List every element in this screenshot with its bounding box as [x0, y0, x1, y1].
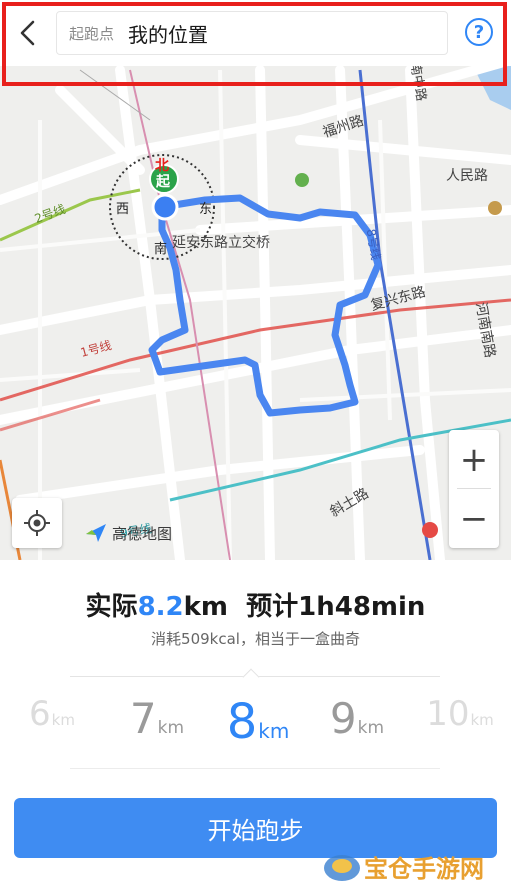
picker-pointer — [242, 668, 260, 686]
zoom-controls: + − — [449, 430, 499, 548]
back-button[interactable] — [8, 12, 48, 54]
distance-picker[interactable]: 6km 7km 8km 9km 10km — [0, 694, 511, 758]
map-road-label: 延安东路立交桥 — [172, 235, 270, 251]
start-point-prefix-label: 起跑点 — [69, 24, 115, 43]
map-compass-west: 西 — [116, 202, 130, 217]
map-provider-logo: 高德地图 — [84, 522, 172, 544]
start-point-value: 我的位置 — [128, 22, 209, 47]
header-bar: 起跑点 我的位置 ? — [0, 0, 511, 66]
distance-option-6[interactable]: 6km — [20, 694, 84, 734]
map-compass-south: 南 — [154, 242, 168, 257]
distance-option-10[interactable]: 10km — [420, 694, 500, 734]
map-start-marker-label: 起 — [156, 174, 170, 190]
estimate-value: 1h48min — [298, 592, 426, 622]
estimate-label: 预计 — [246, 592, 299, 622]
watermark-logo-icon — [324, 855, 360, 881]
map-logo-text: 高德地图 — [112, 524, 173, 543]
watermark: 宝仓手游网 — [320, 848, 484, 884]
distance-option-7[interactable]: 7km — [122, 694, 192, 743]
map-base — [0, 0, 511, 560]
crosshair-icon — [24, 510, 50, 536]
map-view[interactable]: 北 起 西 东 南 福州路 人民路 延安东路立交桥 复兴东路 河南南路 斜土路 … — [0, 0, 511, 560]
picker-divider — [70, 768, 440, 769]
chevron-left-icon — [20, 20, 35, 46]
zoom-divider — [457, 488, 491, 489]
help-button[interactable]: ? — [465, 18, 493, 46]
question-circle-icon: ? — [473, 21, 485, 43]
zoom-in-button[interactable]: + — [449, 430, 499, 489]
locate-me-button[interactable] — [12, 498, 62, 548]
run-planner-screen: 北 起 西 东 南 福州路 人民路 延安东路立交桥 复兴东路 河南南路 斜土路 … — [0, 0, 511, 890]
route-panel: 实际8.2km 预计1h48min 消耗509kcal，相当于一盒曲奇 6km … — [0, 560, 511, 890]
distance-option-8-selected[interactable]: 8km — [218, 694, 298, 750]
actual-distance-unit: km — [183, 592, 229, 622]
map-compass-east: 东 — [199, 202, 213, 217]
distance-option-9[interactable]: 9km — [322, 694, 392, 743]
route-summary: 实际8.2km 预计1h48min — [0, 586, 511, 623]
watermark-text: 宝仓手游网 — [364, 853, 484, 883]
map-road-label: 人民路 — [446, 168, 488, 184]
zoom-out-button[interactable]: − — [449, 489, 499, 548]
calorie-info: 消耗509kcal，相当于一盒曲奇 — [151, 630, 360, 648]
actual-distance-label: 实际 — [85, 592, 138, 622]
actual-distance-value: 8.2 — [137, 592, 184, 622]
start-point-input[interactable]: 起跑点 我的位置 — [56, 11, 448, 55]
amap-logo-icon — [86, 524, 106, 542]
